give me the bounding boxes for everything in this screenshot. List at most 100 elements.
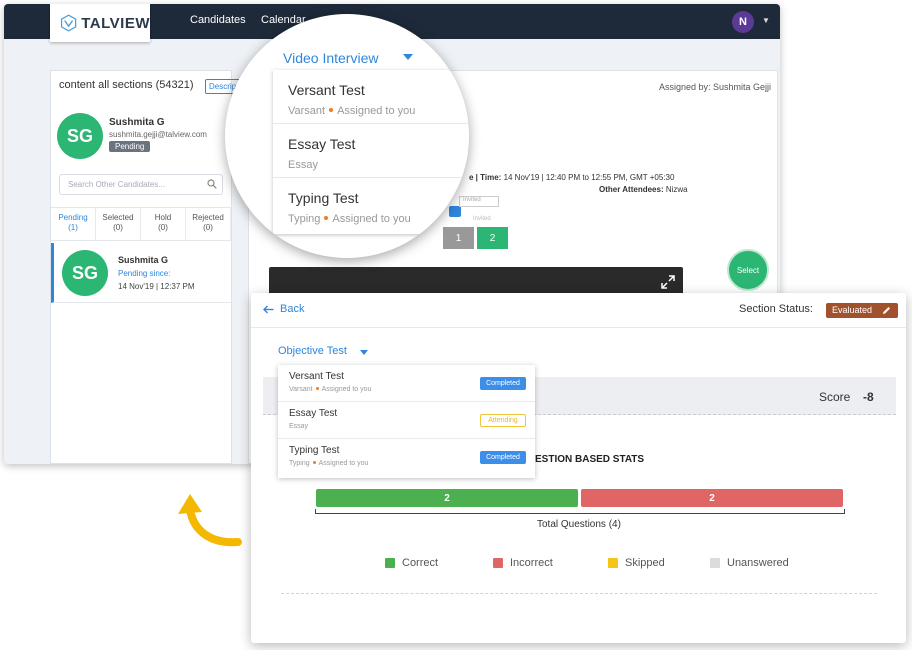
legend-skipped: Skipped (608, 557, 665, 569)
time-prefix: e | Time: (469, 173, 502, 182)
tab-count: (0) (113, 223, 123, 232)
legend-incorrect: Incorrect (493, 557, 553, 569)
legend-swatch (385, 558, 395, 568)
status-tabs: Pending (1) Selected (0) Hold (0) Rejected(… (51, 207, 231, 241)
total-bracket (315, 509, 845, 514)
attending-badge: Attending (480, 414, 526, 427)
menu-item-typing[interactable]: Typing Test Typing Assigned to you (273, 178, 469, 232)
divider (251, 327, 906, 328)
menu-item-title: Essay Test (288, 136, 356, 152)
interview-time: e | Time: 14 Nov'19 | 12:40 PM to 12:55 … (469, 173, 674, 182)
tab-count: (0) (158, 223, 168, 232)
divider (281, 593, 877, 594)
score-label: Score (819, 390, 851, 404)
section-heading: content all sections (54321) (59, 79, 194, 91)
section-status-label: Section Status: (739, 303, 813, 315)
back-link[interactable]: Back (263, 303, 304, 315)
legend-label: Unanswered (727, 557, 789, 569)
card-candidate-name: Sushmita G (118, 255, 169, 265)
candidate-sidebar: content all sections (54321) Description… (50, 70, 245, 464)
menu-item-title: Typing Test (288, 190, 359, 206)
chevron-down-icon[interactable]: ▼ (762, 16, 770, 25)
menu-item-type: Essay (288, 159, 318, 171)
tab-label: Rejected (192, 213, 224, 222)
tab-selected[interactable]: Selected (0) (96, 208, 141, 240)
other-attendees: Other Attendees: Nizwa (599, 185, 688, 194)
candidate-email: sushmita.gejji@talview.com (109, 130, 207, 139)
attendees-label: Other Attendees: (599, 185, 664, 194)
score-value: -8 (863, 390, 874, 404)
talview-logo-icon (60, 14, 77, 32)
status-badge: Pending (109, 141, 151, 152)
legend-swatch (608, 558, 618, 568)
legend-label: Correct (402, 557, 439, 569)
select-button[interactable]: Select (727, 249, 769, 291)
menu-item-title: Versant Test (288, 82, 365, 98)
tab-count: (0) (203, 223, 213, 232)
tab-label: Pending (58, 213, 88, 222)
nav-candidates[interactable]: Candidates (190, 14, 246, 26)
dropdown-item-title: Versant Test (289, 371, 344, 382)
dropdown-item-assigned: Assigned to you (318, 460, 369, 467)
candidate-avatar: SG (57, 113, 103, 159)
pending-since-date: 14 Nov'19 | 12:37 PM (118, 282, 195, 291)
completed-badge: Completed (480, 377, 526, 390)
avatar: SG (62, 250, 108, 296)
candidate-list-item[interactable]: SG Sushmita G Pending since: 14 Nov'19 |… (51, 243, 231, 303)
dropdown-item-type: Typing (289, 460, 310, 467)
orange-dot-icon (315, 387, 319, 391)
dropdown-item-essay[interactable]: Essay Test Essay Attending (278, 402, 535, 439)
dropdown-item-subtitle: Varsant Assigned to you (289, 386, 371, 393)
correct-bar: 2 (316, 489, 578, 507)
tab-pending[interactable]: Pending (1) (51, 208, 96, 240)
dropdown-item-subtitle: Typing Assigned to you (289, 460, 368, 467)
objective-test-selector[interactable]: Objective Test (278, 345, 347, 357)
pencil-icon[interactable] (882, 306, 891, 315)
tab-count: (1) (68, 223, 78, 232)
dropdown-item-versant[interactable]: Versant Test Varsant Assigned to you Comp… (278, 365, 535, 402)
completed-badge: Completed (480, 451, 526, 464)
incorrect-bar: 2 (581, 489, 843, 507)
assigned-by-text: Assigned by: Sushmita Gejji (659, 82, 772, 92)
orange-dot-icon (324, 216, 329, 221)
arrow-left-icon (263, 305, 274, 313)
caret-down-icon[interactable] (403, 54, 413, 60)
back-label: Back (280, 303, 305, 315)
magnified-dropdown-view: Video Interview Versant Test Varsant Assi… (225, 14, 469, 258)
tab-hold[interactable]: Hold (0) (141, 208, 186, 240)
dropdown-item-title: Typing Test (289, 445, 340, 456)
tab-rejected[interactable]: Rejected (0) (186, 208, 231, 240)
legend-label: Incorrect (510, 557, 553, 569)
menu-item-subtitle: Varsant Assigned to you (288, 105, 415, 117)
fullscreen-icon[interactable] (661, 275, 675, 289)
orange-dot-icon (329, 108, 334, 113)
question-stats-title: ESTION BASED STATS (535, 454, 645, 465)
menu-item-versant[interactable]: Versant Test Varsant Assigned to you (273, 70, 469, 124)
caret-down-icon[interactable] (360, 350, 368, 355)
invited-text: Invited (473, 216, 491, 222)
logo-text: TALVIEW (81, 14, 150, 32)
evaluation-card: Back Section Status: Evaluated Objective… (251, 293, 906, 643)
menu-item-assigned: Assigned to you (332, 213, 411, 225)
orange-dot-icon (312, 461, 316, 465)
search-icon[interactable] (207, 179, 217, 189)
menu-item-type: Typing (288, 213, 321, 225)
attendees-value: Nizwa (665, 185, 688, 194)
page-2-button[interactable]: 2 (477, 227, 508, 249)
talview-logo[interactable]: TALVIEW (50, 4, 150, 42)
legend-unanswered: Unanswered (710, 557, 789, 569)
legend-swatch (710, 558, 720, 568)
pending-since-label: Pending since: (118, 269, 171, 278)
dropdown-item-type: Essay (289, 423, 309, 430)
tab-label: Selected (102, 213, 134, 222)
dropdown-item-type: Varsant (289, 386, 313, 393)
menu-item-essay[interactable]: Essay Test Essay (273, 124, 469, 178)
menu-item-assigned: Assigned to you (337, 105, 416, 117)
search-candidates-input[interactable]: Search Other Candidates... (59, 174, 223, 195)
video-interview-selector[interactable]: Video Interview (283, 50, 378, 66)
dropdown-item-title: Essay Test (289, 408, 338, 419)
curved-arrow-icon (178, 494, 242, 547)
dropdown-item-typing[interactable]: Typing Test Typing Assigned to you Comple… (278, 439, 535, 476)
user-avatar[interactable]: N (732, 11, 754, 33)
test-dropdown-menu: Versant Test Varsant Assigned to you Comp… (278, 365, 535, 478)
